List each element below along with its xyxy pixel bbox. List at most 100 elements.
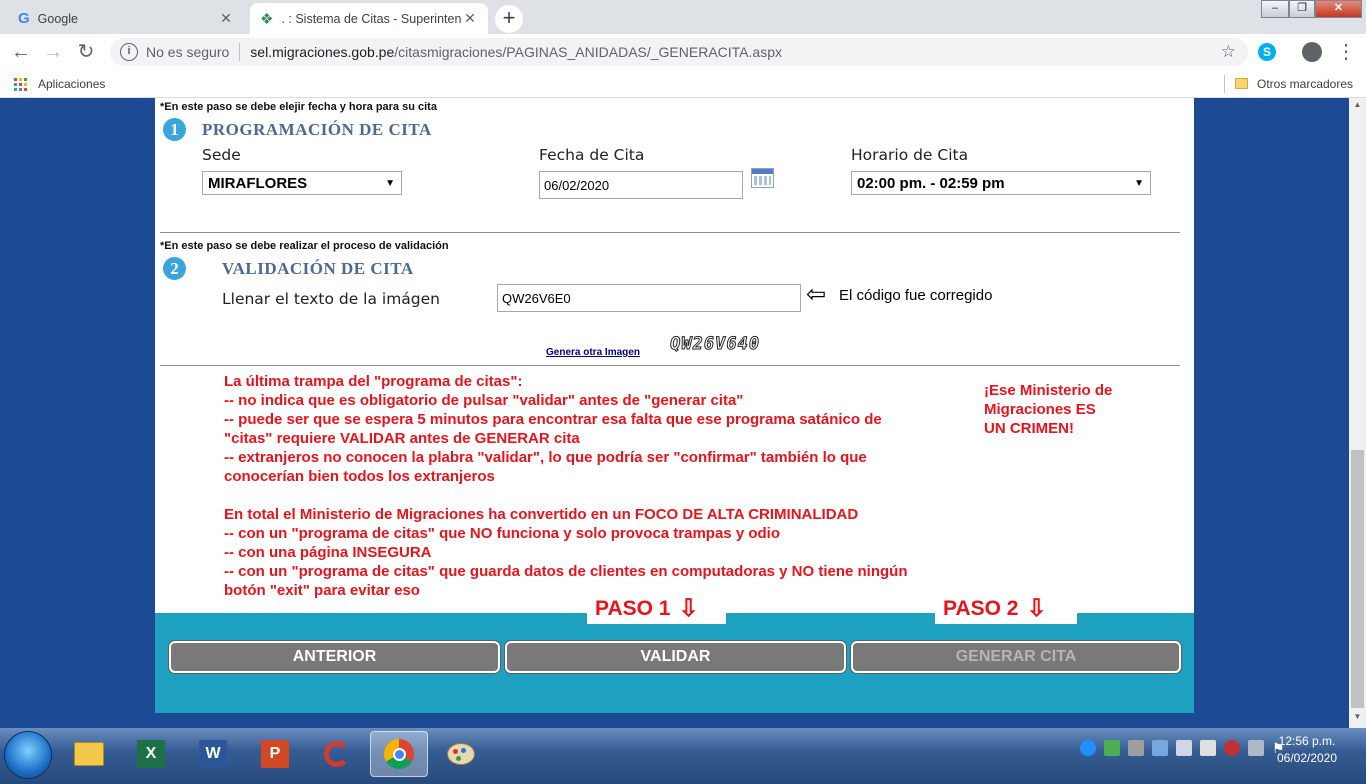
- step1-note: *En este paso se debe elejir fecha y hor…: [160, 101, 437, 113]
- calendar-icon[interactable]: [751, 168, 774, 188]
- close-window-button[interactable]: ✕: [1315, 0, 1362, 18]
- browser-toolbar: ← → ↻ i No es seguro sel.migraciones.gob…: [0, 34, 1366, 70]
- arrow-down-icon: ⇩: [1026, 595, 1047, 622]
- bookmarks-divider: [1224, 75, 1225, 93]
- sede-selected-value: MIRAFLORES: [208, 174, 308, 192]
- excel-taskbar-icon[interactable]: X: [122, 731, 180, 777]
- step1-number-badge: 1: [163, 118, 186, 141]
- dropdown-arrow-icon: ▼: [385, 177, 395, 189]
- step1-heading: PROGRAMACIÓN DE CITA: [202, 120, 432, 139]
- scroll-up-arrow-icon[interactable]: ▲: [1351, 100, 1364, 114]
- captcha-label: Llenar el texto de la imágen: [222, 290, 441, 308]
- sede-label: Sede: [202, 146, 241, 164]
- bookmark-apps[interactable]: Aplicaciones: [38, 77, 105, 91]
- comment-line: En total el Ministerio de Migraciones ha…: [224, 506, 859, 523]
- comment-line: -- no indica que es obligatorio de pulsa…: [224, 392, 744, 409]
- paso2-callout: PASO 2 ⇩: [935, 594, 1077, 624]
- horario-select[interactable]: 02:00 pm. - 02:59 pm ▼: [851, 171, 1151, 195]
- horario-label: Horario de Cita: [851, 146, 969, 164]
- tab-sistema-citas[interactable]: ❖ . : Sistema de Citas - Superintendenci…: [250, 3, 488, 34]
- speaker-tray-icon[interactable]: [1176, 740, 1192, 756]
- sede-select[interactable]: MIRAFLORES ▼: [202, 171, 402, 195]
- tab-title: Google: [37, 11, 78, 26]
- word-taskbar-icon[interactable]: W: [184, 731, 242, 777]
- profile-avatar-icon[interactable]: [1302, 42, 1322, 62]
- volume-tray-icon[interactable]: [1200, 740, 1216, 756]
- forward-button[interactable]: →: [40, 39, 66, 65]
- side-comment-line: Migraciones ES: [984, 401, 1096, 418]
- generar-cita-button[interactable]: GENERAR CITA: [851, 641, 1181, 673]
- start-button[interactable]: [4, 731, 52, 779]
- back-button[interactable]: ←: [8, 39, 34, 65]
- scroll-down-arrow-icon[interactable]: ▼: [1351, 712, 1364, 726]
- system-clock[interactable]: 12:56 p.m. 06/02/2020: [1262, 733, 1352, 767]
- comment-line: -- puede ser que se espera 5 minutos par…: [224, 411, 882, 428]
- bookmark-star-icon[interactable]: ☆: [1221, 42, 1236, 62]
- update-tray-icon[interactable]: [1128, 740, 1144, 756]
- correction-annotation: El código fue corregido: [839, 287, 993, 304]
- system-tray-icons: ⚑: [1080, 740, 1288, 756]
- comment-line: -- con un "programa de citas" que guarda…: [224, 563, 908, 580]
- paso1-callout: PASO 1 ⇩: [587, 594, 726, 624]
- site-favicon-icon: ❖: [260, 10, 274, 28]
- ie-tray-icon[interactable]: [1080, 740, 1096, 756]
- info-icon[interactable]: i: [120, 43, 138, 61]
- google-icon: G: [18, 10, 30, 27]
- validar-button[interactable]: VALIDAR: [505, 641, 846, 673]
- folder-icon: [1235, 78, 1248, 89]
- comment-line: -- con una página INSEGURA: [224, 544, 432, 561]
- captcha-input[interactable]: QW26V6E0: [497, 284, 801, 312]
- security-status[interactable]: No es seguro: [146, 44, 229, 60]
- address-bar[interactable]: i No es seguro sel.migraciones.gob.pe /c…: [110, 38, 1248, 66]
- comment-line: [224, 486, 964, 505]
- step2-note: *En este paso se debe realizar el proces…: [160, 240, 449, 252]
- horario-selected-value: 02:00 pm. - 02:59 pm: [857, 174, 1005, 192]
- tab-google[interactable]: G Google ✕: [8, 3, 244, 34]
- chrome-taskbar-icon[interactable]: [370, 731, 428, 777]
- step2-heading: VALIDACIÓN DE CITA: [222, 259, 414, 278]
- side-comment-line: UN CRIMEN!: [984, 420, 1074, 437]
- divider: [239, 43, 241, 61]
- arrow-down-icon: ⇩: [678, 595, 699, 622]
- section-divider: [160, 232, 1180, 233]
- captcha-input-value: QW26V6E0: [502, 290, 571, 306]
- maximize-button[interactable]: ❐: [1289, 0, 1315, 18]
- minimize-button[interactable]: –: [1261, 0, 1289, 18]
- side-comment: ¡Ese Ministerio de Migraciones ES UN CRI…: [984, 381, 1164, 438]
- step2-number-badge: 2: [163, 257, 186, 280]
- close-tab-icon[interactable]: ✕: [462, 10, 478, 27]
- side-comment-line: ¡Ese Ministerio de: [984, 382, 1113, 399]
- ccleaner-taskbar-icon[interactable]: [308, 731, 366, 777]
- network-tray-icon[interactable]: [1152, 740, 1168, 756]
- comment-line: "citas" requiere VALIDAR antes de GENERA…: [224, 430, 580, 447]
- menu-kebab-icon[interactable]: ⋮: [1336, 40, 1356, 64]
- comment-line: La última trampa del "programa de citas"…: [224, 373, 523, 390]
- explorer-taskbar-icon[interactable]: [60, 731, 118, 777]
- security-tray-icon[interactable]: [1104, 740, 1120, 756]
- powerpoint-taskbar-icon[interactable]: P: [246, 731, 304, 777]
- comment-line: -- extranjeros no conocen la plabra "val…: [224, 449, 867, 466]
- reload-button[interactable]: ↻: [73, 39, 99, 65]
- regenerate-image-link[interactable]: Genera otra Imagen: [546, 347, 640, 358]
- antivirus-tray-icon[interactable]: [1224, 740, 1240, 756]
- fecha-input[interactable]: 06/02/2020: [539, 171, 743, 199]
- section-divider: [160, 365, 1180, 366]
- tab-title: . : Sistema de Citas - Superintendencia: [281, 11, 462, 26]
- clock-time: 12:56 p.m.: [1278, 734, 1336, 748]
- skype-extension-icon[interactable]: S: [1258, 43, 1276, 61]
- clock-date: 06/02/2020: [1276, 751, 1338, 765]
- captcha-image: QW26V640: [668, 334, 762, 355]
- arrow-left-icon: ⇦: [806, 281, 827, 308]
- url-path: /citasmigraciones/PAGINAS_ANIDADAS/_GENE…: [394, 44, 782, 60]
- bookmark-other[interactable]: Otros marcadores: [1257, 77, 1353, 91]
- scrollbar-thumb[interactable]: [1351, 450, 1364, 708]
- comment-block: La última trampa del "programa de citas"…: [224, 372, 964, 600]
- new-tab-button[interactable]: +: [495, 5, 523, 33]
- paint-taskbar-icon[interactable]: [432, 731, 490, 777]
- comment-line: conocerían bien todos los extranjeros: [224, 468, 495, 485]
- paso1-label: PASO 1: [595, 597, 671, 620]
- dropdown-arrow-icon: ▼: [1134, 177, 1144, 189]
- anterior-button[interactable]: ANTERIOR: [169, 641, 500, 673]
- fecha-value: 06/02/2020: [544, 177, 610, 193]
- close-tab-icon[interactable]: ✕: [218, 10, 234, 27]
